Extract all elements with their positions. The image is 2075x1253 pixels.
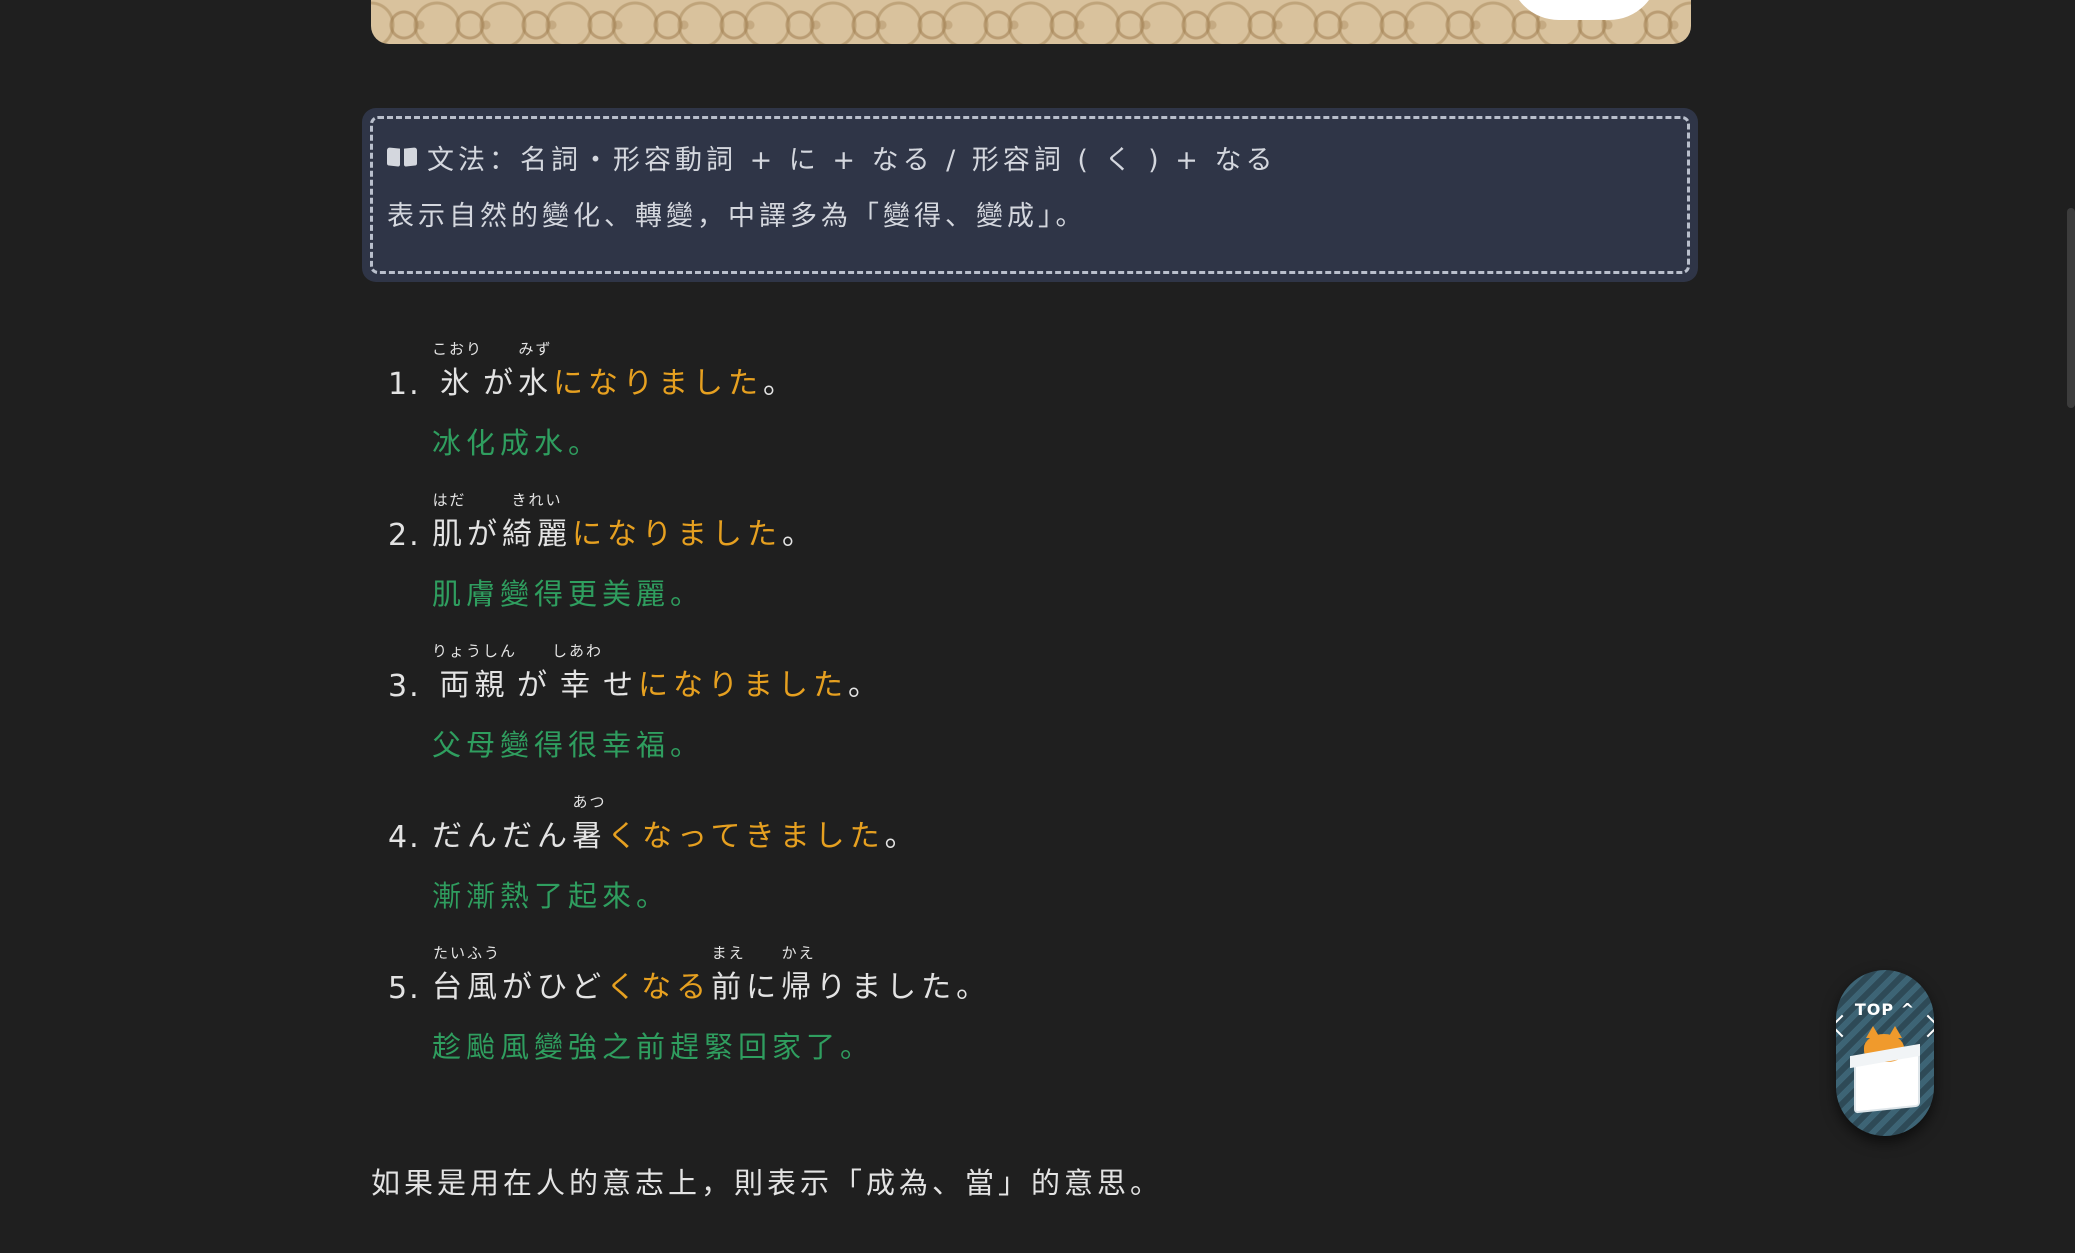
kanji: 暑 bbox=[572, 819, 607, 854]
chevron-up-icon: ^ bbox=[1900, 1000, 1916, 1019]
grammar-highlight: くなる bbox=[606, 970, 712, 1005]
sentence-text: に bbox=[746, 970, 782, 1005]
sentence-text: が bbox=[467, 517, 502, 552]
ruby-word: あつ暑 bbox=[572, 793, 607, 855]
grammar-inner: 文法：名詞・形容動詞 + に + なる / 形容詞 ( く ) + なる 表示自… bbox=[370, 116, 1690, 274]
example-number: 2. bbox=[388, 518, 421, 553]
kanji: 水 bbox=[518, 366, 554, 401]
sentence-text: りました。 bbox=[816, 970, 992, 1005]
furigana: まえ bbox=[711, 944, 746, 962]
example-translation: 漸漸熱了起來。 bbox=[432, 879, 671, 913]
grammar-box: 文法：名詞・形容動詞 + に + なる / 形容詞 ( く ) + なる 表示自… bbox=[362, 108, 1698, 282]
grammar-title-text: 文法：名詞・形容動詞 + に + なる / 形容詞 ( く ) + なる bbox=[427, 144, 1277, 176]
ruby-word: たいふう 台風 bbox=[432, 944, 502, 1006]
kanji: 綺麗 bbox=[502, 517, 572, 552]
example-number: 3. bbox=[388, 669, 421, 704]
ruby-word: みず水 bbox=[518, 340, 553, 402]
kanji: 氷 bbox=[440, 366, 475, 401]
grammar-highlight: くなってきました bbox=[607, 819, 885, 854]
sentence-text: 。 bbox=[848, 668, 884, 703]
banner-disc bbox=[1509, 0, 1659, 20]
decorative-banner bbox=[371, 0, 1691, 44]
kanji: 台風 bbox=[432, 970, 502, 1005]
example-japanese: 2. はだ肌がきれい綺麗 になりました。 bbox=[388, 491, 1588, 553]
example-japanese: 4. だんだん あつ暑くなってきました。 bbox=[388, 793, 1588, 855]
ruby-word: まえ前 bbox=[711, 944, 746, 1006]
furigana: はだ bbox=[432, 491, 467, 509]
ruby-word: りょうしん 両親 bbox=[432, 642, 517, 704]
grammar-highlight: になりました bbox=[572, 517, 782, 552]
sentence-text: せ bbox=[603, 668, 639, 703]
grammar-highlight: になりました bbox=[638, 668, 849, 703]
example-item: 1. こおり氷がみず水になりました。冰化成水。 bbox=[388, 340, 1588, 493]
sentence-text: がひど bbox=[502, 970, 607, 1005]
furigana: たいふう bbox=[432, 944, 501, 962]
ruby-word: きれい 綺麗 bbox=[502, 491, 572, 553]
example-number: 1. bbox=[388, 367, 421, 402]
furigana: かえ bbox=[781, 944, 816, 962]
furigana: こおり bbox=[432, 340, 484, 358]
example-japanese: 5. たいふう 台風 がひど くなる まえ前にかえ帰りました。 bbox=[388, 944, 1588, 1006]
furigana: しあわ bbox=[552, 642, 604, 660]
top-label-text: TOP bbox=[1854, 1000, 1895, 1019]
cat-in-box-icon bbox=[1850, 1026, 1920, 1114]
grammar-description: 表示自然的變化、轉變，中譯多為「變得、變成」。 bbox=[387, 201, 1087, 232]
example-translation: 肌膚變得更美麗。 bbox=[432, 577, 705, 611]
example-list: 1. こおり氷がみず水になりました。冰化成水。 2. はだ肌がきれい 綺麗 になりました。… bbox=[388, 340, 1588, 1097]
scroll-to-top-button[interactable]: TOP ^ bbox=[1836, 970, 1934, 1136]
example-item: 2. はだ肌がきれい綺麗 になりました。肌膚變得更美麗。 bbox=[388, 491, 1588, 644]
kanji: 帰 bbox=[781, 970, 817, 1005]
scrollbar[interactable] bbox=[2065, 0, 2075, 1253]
example-item: 4. だんだん あつ暑くなってきました。漸漸熱了起來。 bbox=[388, 793, 1588, 946]
sentence-text: が bbox=[483, 366, 519, 401]
furigana: みず bbox=[518, 340, 553, 358]
kanji: 幸 bbox=[560, 668, 596, 703]
ruby-word: こおり氷 bbox=[432, 340, 483, 402]
example-japanese: 1. こおり氷がみず水になりました。 bbox=[388, 340, 1588, 402]
book-icon bbox=[387, 146, 417, 168]
top-label: TOP ^ bbox=[1836, 1000, 1934, 1019]
ruby-word: しあわ幸 bbox=[552, 642, 603, 704]
example-translation: 父母變得很幸福。 bbox=[432, 728, 705, 762]
example-translation: 冰化成水。 bbox=[432, 426, 603, 460]
footnote: 如果是用在人的意志上，則表示「成為、當」的意思。 bbox=[371, 1166, 1164, 1200]
sentence-text: だんだん bbox=[432, 819, 572, 854]
example-item: 3. りょうしん 両親がしあわ幸せになりました。父母變得很幸福。 bbox=[388, 642, 1588, 795]
sentence-text: 。 bbox=[884, 819, 920, 854]
furigana: きれい bbox=[511, 491, 563, 509]
example-number: 5. bbox=[388, 971, 421, 1006]
furigana: りょうしん bbox=[432, 642, 518, 660]
page: 文法：名詞・形容動詞 + に + なる / 形容詞 ( く ) + なる 表示自… bbox=[0, 0, 2075, 1253]
kanji: 両親 bbox=[439, 668, 510, 703]
sentence-text: 。 bbox=[782, 517, 817, 552]
kanji: 前 bbox=[711, 970, 747, 1005]
grammar-highlight: になりました bbox=[553, 366, 764, 401]
ruby-word: かえ帰 bbox=[781, 944, 816, 1006]
ruby-word: はだ肌 bbox=[432, 491, 467, 553]
example-number: 4. bbox=[388, 820, 421, 855]
sentence-text: 。 bbox=[763, 366, 799, 401]
sentence-text: が bbox=[517, 668, 553, 703]
example-item: 5. たいふう 台風 がひど くなる まえ前にかえ帰りました。 趁颱風變強之前趕緊回家了。 bbox=[388, 944, 1588, 1097]
scrollbar-thumb[interactable] bbox=[2067, 208, 2075, 408]
example-translation: 趁颱風變強之前趕緊回家了。 bbox=[432, 1030, 875, 1064]
example-japanese: 3. りょうしん 両親がしあわ幸せになりました。 bbox=[388, 642, 1588, 704]
grammar-title: 文法：名詞・形容動詞 + に + なる / 形容詞 ( く ) + なる bbox=[387, 135, 1687, 179]
kanji: 肌 bbox=[432, 517, 467, 552]
furigana: あつ bbox=[572, 793, 607, 811]
